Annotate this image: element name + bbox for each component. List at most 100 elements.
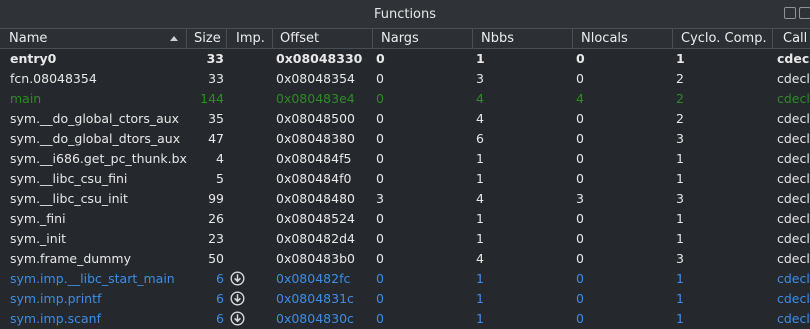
cell-nlocals: 0 [576,131,584,146]
column-header-name[interactable]: Name [9,31,47,46]
cell-nlocals: 0 [576,51,585,66]
cell-nargs: 0 [376,171,384,186]
table-row[interactable]: sym.__do_global_ctors_aux 35 0x08048500 0 4 0… [0,109,810,129]
float-button[interactable] [784,7,796,19]
cell-nlocals: 0 [576,71,584,86]
cell-nargs: 0 [376,231,384,246]
cell-nargs: 0 [376,131,384,146]
cell-name: sym._fini [10,211,66,226]
cell-nlocals: 0 [576,211,584,226]
sort-ascending-icon [170,36,178,41]
table-row[interactable]: entry0 33 0x08048330 0 1 0 1 cdecl [0,49,810,69]
cell-call: cdecl [777,191,810,206]
cell-offset: 0x08048330 [276,51,363,66]
cell-call: cdecl [777,271,810,286]
cell-offset: 0x080482d4 [276,231,355,246]
cell-nbbs: 4 [476,91,484,106]
cell-size: 23 [208,231,224,246]
cell-nlocals: 0 [576,251,584,266]
column-header-nargs[interactable]: Nargs [381,31,419,46]
table-header: Name Size Imp. Offset Nargs Nbbs Nlocals… [0,28,810,49]
cell-nlocals: 0 [576,291,584,306]
cell-nbbs: 1 [476,171,484,186]
table-row[interactable]: sym.__libc_csu_fini 5 0x080484f0 0 1 0 1 cdecl [0,169,810,189]
cell-nbbs: 1 [476,51,485,66]
cell-size: 5 [216,171,224,186]
cell-nbbs: 4 [476,191,484,206]
cell-nbbs: 1 [476,211,484,226]
cell-cyclo-comp: 1 [676,211,684,226]
cell-size: 144 [200,91,224,106]
cell-cyclo-comp: 3 [676,251,684,266]
cell-cyclo-comp: 1 [676,171,684,186]
cell-size: 33 [206,51,224,66]
cell-call: cdecl [777,251,810,266]
table-row[interactable]: sym.frame_dummy 50 0x080483b0 0 4 0 3 cdecl [0,249,810,269]
cell-nargs: 0 [376,311,384,326]
cell-call: cdecl [777,171,810,186]
cell-name: sym.imp.printf [10,291,102,306]
cell-name: fcn.08048354 [10,71,97,86]
cell-nbbs: 4 [476,251,484,266]
cell-offset: 0x08048524 [276,211,355,226]
column-header-imp[interactable]: Imp. [236,31,265,46]
table-row[interactable]: sym.imp.printf 6 0x0804831c 0 1 0 1 cdecl [0,289,810,309]
download-arrow-icon [230,311,245,326]
cell-nlocals: 0 [576,151,584,166]
column-header-offset[interactable]: Offset [280,31,319,46]
cell-offset: 0x0804830c [276,311,354,326]
cell-size: 47 [208,131,224,146]
column-header-nlocals[interactable]: Nlocals [581,31,628,46]
column-header-cyclo-comp[interactable]: Cyclo. Comp. [681,31,767,46]
cell-nargs: 0 [376,71,384,86]
cell-nargs: 0 [376,91,384,106]
table-row[interactable]: fcn.08048354 33 0x08048354 0 3 0 2 cdecl [0,69,810,89]
table-row[interactable]: sym.__libc_csu_init 99 0x08048480 3 4 3 3 cdecl [0,189,810,209]
cell-offset: 0x08048480 [276,191,355,206]
cell-nbbs: 1 [476,231,484,246]
cell-call: cdecl [777,71,810,86]
cell-offset: 0x080482fc [276,271,351,286]
cell-size: 6 [216,291,224,306]
cell-nargs: 0 [376,151,384,166]
cell-nlocals: 3 [576,191,584,206]
table-row[interactable]: sym._fini 26 0x08048524 0 1 0 1 cdecl [0,209,810,229]
cell-offset: 0x080484f5 [276,151,352,166]
cell-size: 6 [216,271,224,286]
cell-cyclo-comp: 3 [676,131,684,146]
table-row[interactable]: main 144 0x080483e4 0 4 4 2 cdecl [0,89,810,109]
cell-size: 26 [208,211,224,226]
table-row[interactable]: sym.imp.__libc_start_main 6 0x080482fc 0 1 0 1… [0,269,810,289]
cell-name: main [10,91,42,106]
column-header-nbbs[interactable]: Nbbs [481,31,514,46]
download-arrow-icon [230,291,245,306]
cell-call: cdecl [777,311,810,326]
cell-nbbs: 1 [476,271,484,286]
cell-call: cdecl [777,111,810,126]
table-row[interactable]: sym._init 23 0x080482d4 0 1 0 1 cdecl [0,229,810,249]
cell-name: sym.__do_global_dtors_aux [10,131,181,146]
cell-cyclo-comp: 2 [676,71,684,86]
cell-nbbs: 1 [476,151,484,166]
cell-name: entry0 [10,51,57,66]
cell-nargs: 0 [376,111,384,126]
cell-nargs: 3 [376,191,384,206]
cell-offset: 0x08048380 [276,131,355,146]
cell-offset: 0x08048354 [276,71,355,86]
cell-nargs: 0 [376,291,384,306]
table-row[interactable]: sym.__i686.get_pc_thunk.bx 4 0x080484f5 0 1 0… [0,149,810,169]
cell-name: sym.imp.__libc_start_main [10,271,175,286]
table-row[interactable]: sym.__do_global_dtors_aux 47 0x08048380 0 6 0… [0,129,810,149]
close-button[interactable] [799,7,810,19]
cell-offset: 0x080483b0 [276,251,355,266]
cell-name: sym._init [10,231,67,246]
column-header-call[interactable]: Call [783,31,807,46]
cell-call: cdecl [777,131,810,146]
cell-name: sym.__do_global_ctors_aux [10,111,180,126]
download-arrow-icon [230,271,245,286]
table-row[interactable]: sym.imp.scanf 6 0x0804830c 0 1 0 1 cdecl [0,309,810,329]
cell-offset: 0x080483e4 [276,91,355,106]
cell-cyclo-comp: 1 [676,151,684,166]
column-header-size[interactable]: Size [194,31,221,46]
cell-nbbs: 4 [476,111,484,126]
